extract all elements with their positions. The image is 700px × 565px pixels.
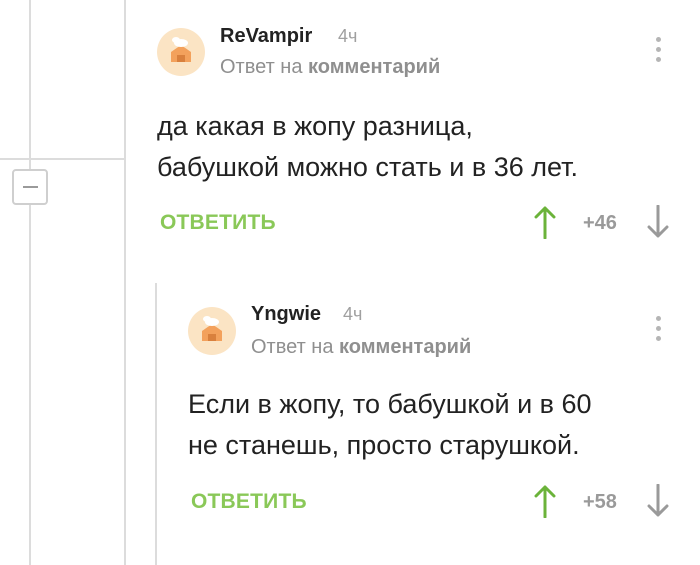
arrow-up-icon[interactable] [534,484,556,518]
reply-target-link[interactable]: комментарий [339,336,471,358]
default-avatar-icon [188,307,236,355]
more-vertical-icon[interactable] [653,316,663,346]
arrow-down-icon[interactable] [647,484,669,518]
reply-button[interactable]: ОТВЕТИТЬ [191,490,307,514]
comment-text-line: бабушкой можно стать и в 36 лет. [157,152,579,182]
comment-text: Если в жопу, то бабушкой и в 60 не стане… [188,384,592,466]
comment-time: 4ч [343,304,363,324]
arrow-down-icon[interactable] [647,205,669,239]
rating-score: +58 [583,491,617,513]
comment-time: 4ч [338,26,358,46]
arrow-up-icon[interactable] [534,205,556,239]
comment-1: ReVampir 4ч Ответ на комментарий да кака… [0,0,700,260]
reply-to-line: Ответ на комментарий [220,56,440,79]
comment-text-line: да какая в жопу разница, [157,111,473,141]
comment-text-line: не станешь, просто старушкой. [188,430,580,460]
default-avatar-icon [157,28,205,76]
comment-text-line: Если в жопу, то бабушкой и в 60 [188,389,592,419]
comment-author[interactable]: ReVampir [220,25,312,48]
comment-author[interactable]: Yngwie [251,303,321,326]
reply-prefix: Ответ на [251,336,334,358]
rating-score: +46 [583,212,617,234]
more-vertical-icon[interactable] [653,37,663,67]
comment-text: да какая в жопу разница, бабушкой можно … [157,106,578,188]
reply-prefix: Ответ на [220,56,303,78]
reply-to-line: Ответ на комментарий [251,336,471,359]
comment-2: Yngwie 4ч Ответ на комментарий Если в жо… [0,280,700,540]
reply-button[interactable]: ОТВЕТИТЬ [160,211,276,235]
reply-target-link[interactable]: комментарий [308,56,440,78]
